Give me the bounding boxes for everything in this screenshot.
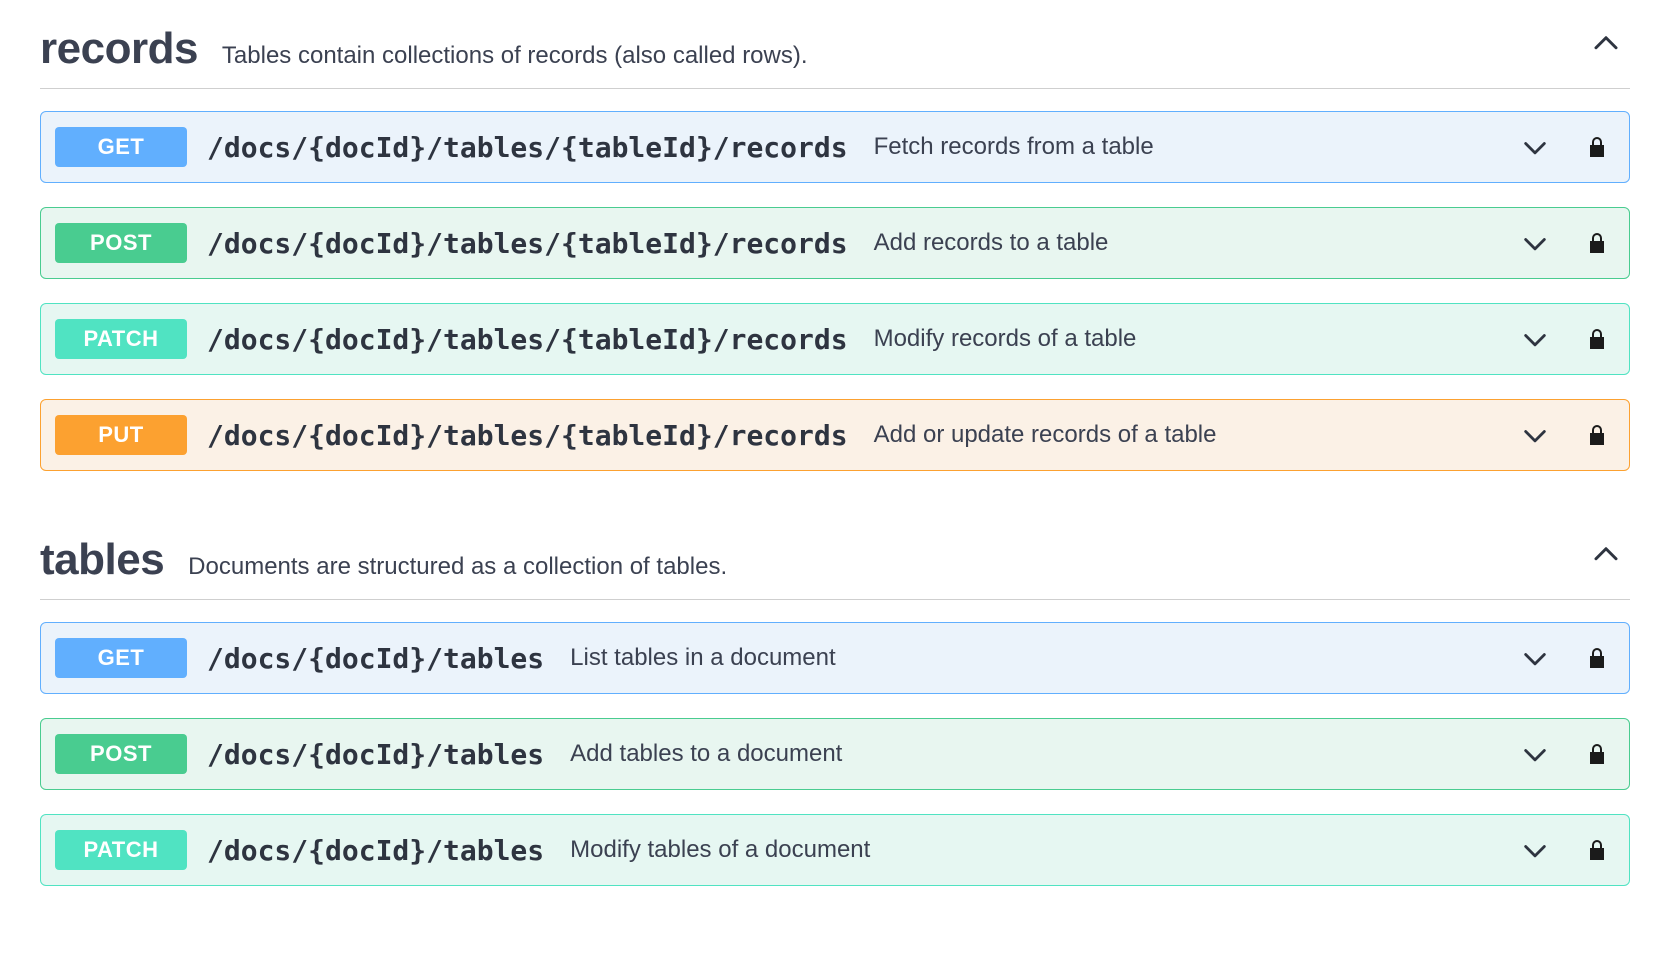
endpoint-path: /docs/{docId}/tables [207,738,544,771]
chevron-down-icon[interactable] [1519,834,1551,866]
chevron-down-icon[interactable] [1519,738,1551,770]
chevron-up-icon[interactable] [1590,28,1622,60]
endpoint-row[interactable]: POST /docs/{docId}/tables Add tables to … [40,718,1630,790]
lock-icon[interactable] [1583,740,1611,768]
endpoint-path: /docs/{docId}/tables/{tableId}/records [207,227,848,260]
endpoint-row[interactable]: GET /docs/{docId}/tables List tables in … [40,622,1630,694]
api-doc-page: records Tables contain collections of re… [0,0,1670,950]
section-title: records [40,24,198,74]
endpoint-summary: List tables in a document [570,644,836,672]
lock-icon[interactable] [1583,421,1611,449]
endpoint-summary: Add tables to a document [570,740,842,768]
chevron-up-icon[interactable] [1590,539,1622,571]
lock-icon[interactable] [1583,325,1611,353]
chevron-down-icon[interactable] [1519,131,1551,163]
section-description: Tables contain collections of records (a… [222,42,808,70]
endpoint-path: /docs/{docId}/tables/{tableId}/records [207,131,848,164]
endpoint-path: /docs/{docId}/tables [207,834,544,867]
http-method-badge: POST [55,223,187,263]
lock-icon[interactable] [1583,836,1611,864]
http-method-badge: GET [55,638,187,678]
endpoint-row[interactable]: GET /docs/{docId}/tables/{tableId}/recor… [40,111,1630,183]
http-method-badge: GET [55,127,187,167]
section-header-records[interactable]: records Tables contain collections of re… [40,0,1630,89]
section-description: Documents are structured as a collection… [188,553,727,581]
chevron-down-icon[interactable] [1519,323,1551,355]
endpoint-summary: Add or update records of a table [874,421,1217,449]
lock-icon[interactable] [1583,133,1611,161]
endpoint-summary: Modify records of a table [874,325,1137,353]
chevron-down-icon[interactable] [1519,227,1551,259]
endpoint-summary: Fetch records from a table [874,133,1154,161]
endpoint-path: /docs/{docId}/tables [207,642,544,675]
section-title: tables [40,535,164,585]
chevron-down-icon[interactable] [1519,642,1551,674]
http-method-badge: POST [55,734,187,774]
endpoint-row[interactable]: PATCH /docs/{docId}/tables/{tableId}/rec… [40,303,1630,375]
chevron-down-icon[interactable] [1519,419,1551,451]
lock-icon[interactable] [1583,229,1611,257]
http-method-badge: PATCH [55,830,187,870]
endpoint-summary: Add records to a table [874,229,1109,257]
endpoint-path: /docs/{docId}/tables/{tableId}/records [207,323,848,356]
section-header-tables[interactable]: tables Documents are structured as a col… [40,511,1630,600]
lock-icon[interactable] [1583,644,1611,672]
endpoint-summary: Modify tables of a document [570,836,870,864]
http-method-badge: PATCH [55,319,187,359]
endpoint-row[interactable]: POST /docs/{docId}/tables/{tableId}/reco… [40,207,1630,279]
endpoint-row[interactable]: PATCH /docs/{docId}/tables Modify tables… [40,814,1630,886]
http-method-badge: PUT [55,415,187,455]
endpoint-row[interactable]: PUT /docs/{docId}/tables/{tableId}/recor… [40,399,1630,471]
endpoint-path: /docs/{docId}/tables/{tableId}/records [207,419,848,452]
